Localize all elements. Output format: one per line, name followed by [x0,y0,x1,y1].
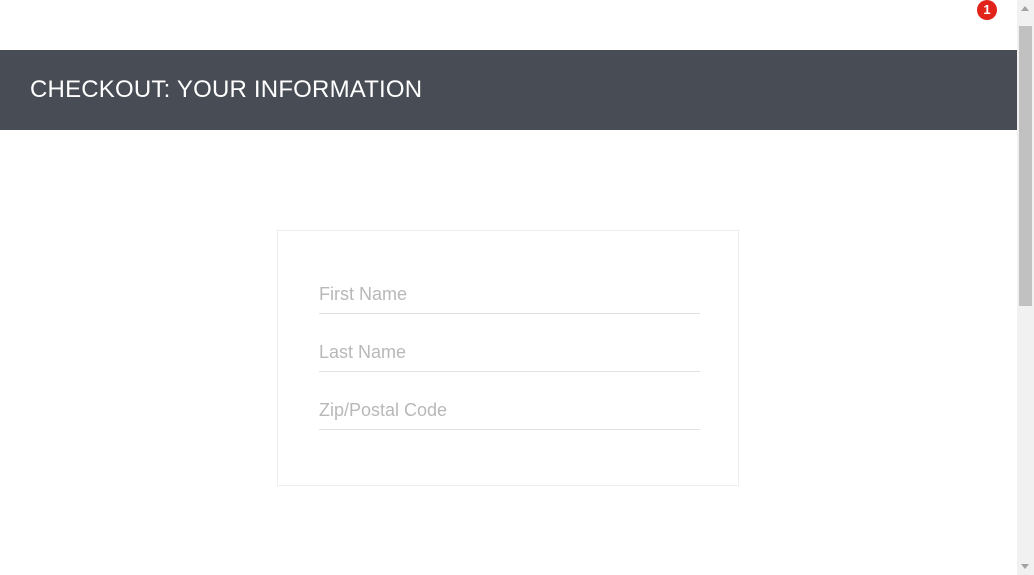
scrollbar-thumb[interactable] [1019,26,1032,306]
scroll-up-arrow-icon[interactable] [1021,6,1029,11]
page-content: 1 CHECKOUT: YOUR INFORMATION [0,0,1017,575]
last-name-input[interactable] [319,334,700,372]
checkout-page: 1 CHECKOUT: YOUR INFORMATION [0,0,1034,575]
top-bar: 1 [0,0,1017,50]
scroll-down-arrow-icon[interactable] [1021,564,1029,569]
checkout-header: CHECKOUT: YOUR INFORMATION [0,50,1017,130]
first-name-input[interactable] [319,276,700,314]
page-title: CHECKOUT: YOUR INFORMATION [30,76,423,103]
cart-badge[interactable]: 1 [977,0,997,20]
postal-code-input[interactable] [319,392,700,430]
vertical-scrollbar[interactable] [1017,0,1034,575]
checkout-info-form [277,230,739,486]
